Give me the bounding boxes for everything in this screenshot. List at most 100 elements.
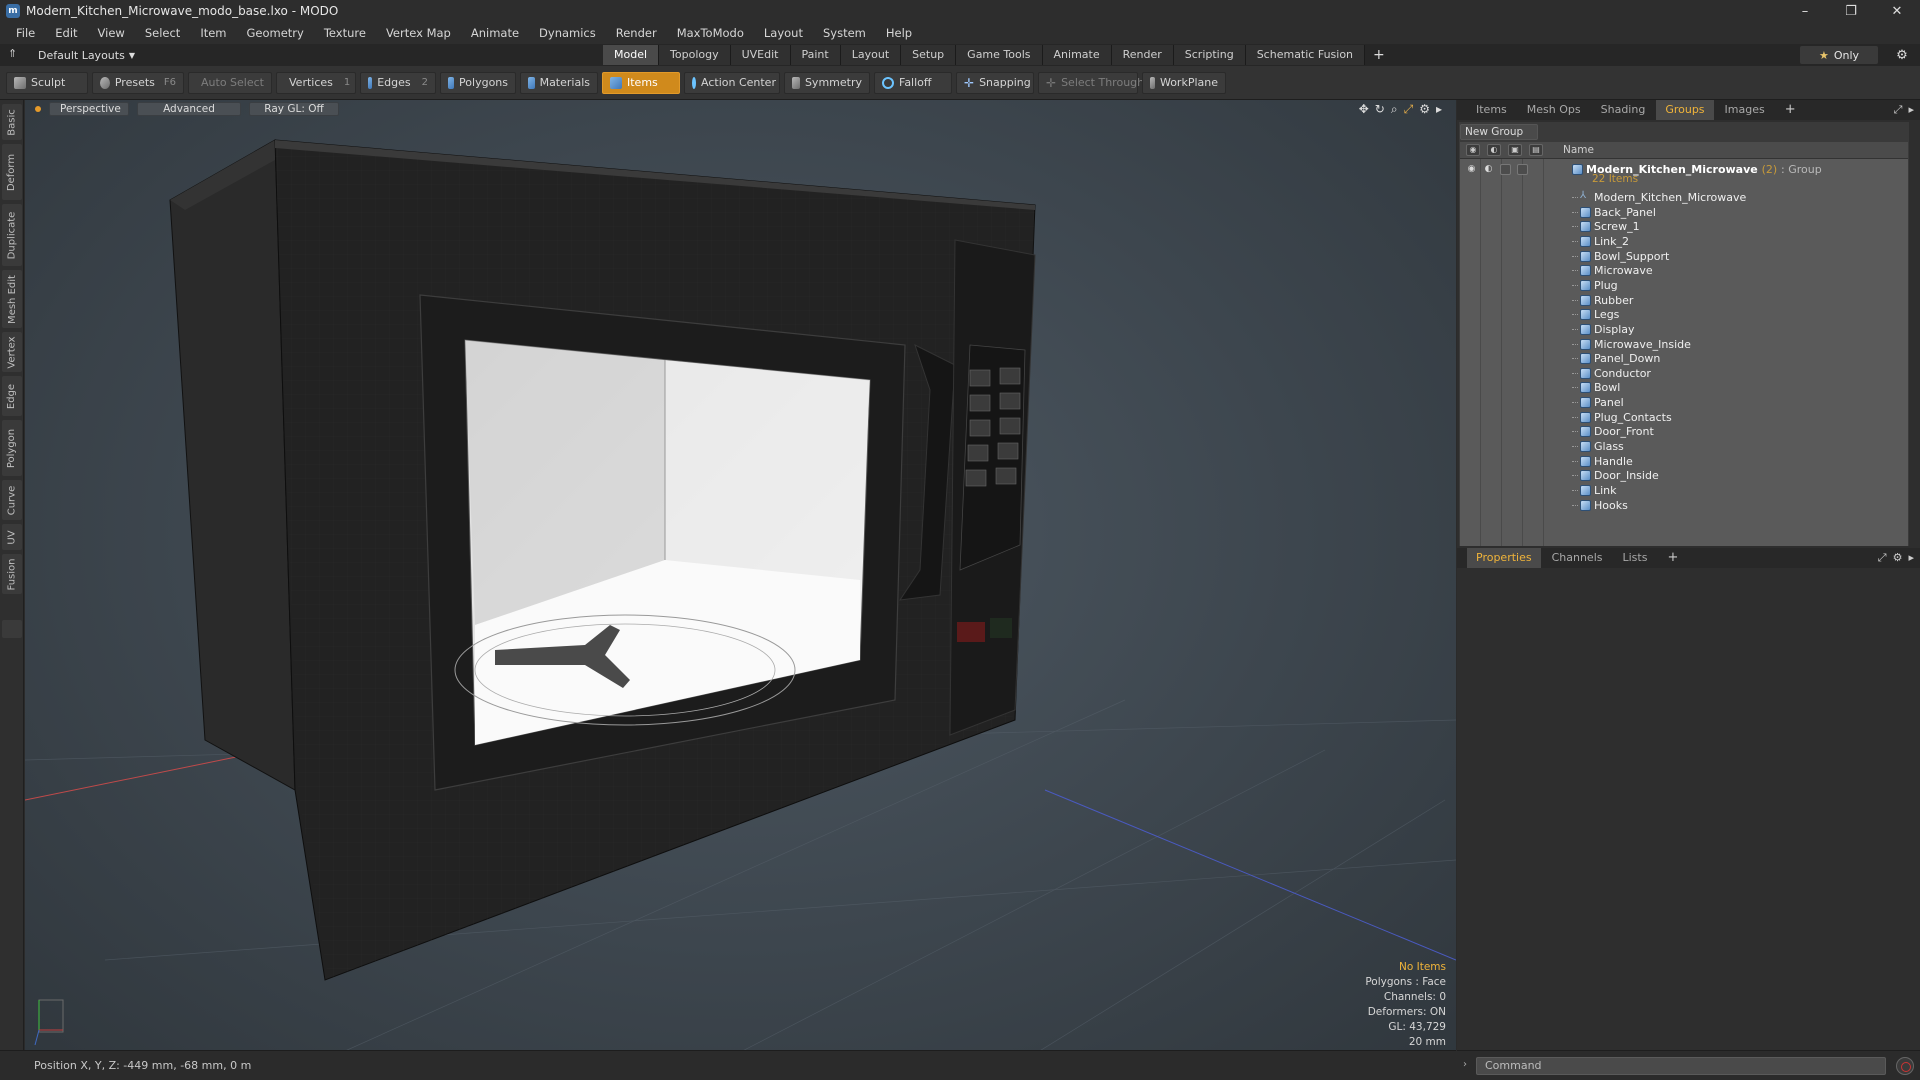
left-tab-extra-button[interactable]: [2, 620, 22, 638]
expand-icon[interactable]: ▸: [1436, 102, 1442, 117]
sculpt-button[interactable]: Sculpt: [6, 71, 88, 94]
panel-tab-groups[interactable]: Groups: [1656, 100, 1714, 120]
fit-icon[interactable]: ⤢: [1404, 102, 1414, 117]
panel-expand-icon[interactable]: ▸: [1908, 551, 1914, 565]
command-arrow-icon[interactable]: ›: [1463, 1059, 1467, 1070]
group-item-name: Legs: [1594, 308, 1620, 322]
maximize-icon[interactable]: ⤢: [1894, 103, 1903, 117]
tab-game-tools[interactable]: Game Tools: [956, 45, 1043, 65]
group-item-name: Panel_Down: [1594, 352, 1661, 366]
tab-topology[interactable]: Topology: [659, 45, 731, 65]
3d-viewport[interactable]: Perspective Advanced Ray GL: Off ✥ ↻ ⌕ ⤢…: [25, 100, 1456, 1060]
left-tab-fusion[interactable]: Fusion: [2, 554, 22, 594]
panel-tab-properties[interactable]: Properties: [1467, 548, 1541, 568]
panel-tab-channels[interactable]: Channels: [1543, 548, 1612, 568]
symmetry-button[interactable]: Symmetry: [784, 71, 870, 94]
panel-tab-images[interactable]: Images: [1716, 100, 1774, 120]
tab-paint[interactable]: Paint: [790, 45, 841, 65]
edges-button[interactable]: Edges 2: [360, 71, 436, 94]
tab-render[interactable]: Render: [1111, 45, 1174, 65]
auto-select-button[interactable]: Auto Select: [188, 71, 272, 94]
viewport-settings-icon[interactable]: ⚙: [1419, 102, 1430, 117]
left-tab-deform[interactable]: Deform: [2, 144, 22, 200]
zoom-icon[interactable]: ⌕: [1391, 102, 1398, 117]
menu-help[interactable]: Help: [876, 22, 922, 44]
menu-select[interactable]: Select: [135, 22, 190, 44]
add-bottom-tab-button[interactable]: +: [1658, 548, 1687, 568]
menu-view[interactable]: View: [88, 22, 135, 44]
maximize-icon[interactable]: ⤢: [1878, 551, 1887, 565]
tab-layout[interactable]: Layout: [840, 45, 902, 65]
polygons-button[interactable]: Polygons: [440, 71, 516, 94]
gear-icon[interactable]: ⚙: [1892, 46, 1912, 64]
visibility-column-icon[interactable]: ◉: [1466, 144, 1480, 156]
tab-animate[interactable]: Animate: [1042, 45, 1112, 65]
panel-tab-mesh-ops[interactable]: Mesh Ops: [1518, 100, 1590, 120]
menu-edit[interactable]: Edit: [45, 22, 87, 44]
menu-system[interactable]: System: [813, 22, 876, 44]
left-tab-basic[interactable]: Basic: [2, 104, 22, 140]
command-input[interactable]: Command: [1476, 1057, 1886, 1075]
advanced-dropdown[interactable]: Advanced: [137, 102, 241, 116]
left-tab-polygon[interactable]: Polygon: [2, 420, 22, 476]
name-column-header[interactable]: Name: [1563, 144, 1594, 156]
tab-scripting[interactable]: Scripting: [1173, 45, 1246, 65]
left-tab-edge[interactable]: Edge: [2, 376, 22, 416]
select-through-button[interactable]: ✛ Select Through: [1038, 71, 1144, 94]
raygl-toggle[interactable]: Ray GL: Off: [249, 102, 339, 116]
workplane-button[interactable]: WorkPlane: [1142, 71, 1226, 94]
menu-layout[interactable]: Layout: [754, 22, 813, 44]
minimize-button[interactable]: –: [1782, 0, 1828, 22]
tree-branch: [1572, 218, 1578, 228]
presets-button[interactable]: Presets F6: [92, 71, 184, 94]
tab-schematic-fusion[interactable]: Schematic Fusion: [1245, 45, 1366, 65]
action-center-button[interactable]: Action Center: [684, 71, 780, 94]
panel-tab-shading[interactable]: Shading: [1592, 100, 1655, 120]
command-record-icon[interactable]: [1896, 1057, 1914, 1075]
menu-texture[interactable]: Texture: [314, 22, 376, 44]
close-button[interactable]: ✕: [1874, 0, 1920, 22]
layout-arrow-icon[interactable]: ⇑: [8, 47, 17, 60]
left-tab-duplicate[interactable]: Duplicate: [2, 204, 22, 266]
materials-button[interactable]: Materials: [520, 71, 598, 94]
lock-column-icon[interactable]: ▣: [1508, 144, 1522, 156]
tab-model[interactable]: Model: [603, 45, 660, 65]
add-panel-tab-button[interactable]: +: [1776, 100, 1805, 120]
layout-dropdown[interactable]: Default Layouts ▼: [14, 49, 135, 62]
menu-geometry[interactable]: Geometry: [237, 22, 314, 44]
left-tab-mesh-edit[interactable]: Mesh Edit: [2, 270, 22, 328]
render-column-icon[interactable]: ◐: [1487, 144, 1501, 156]
left-tab-vertex[interactable]: Vertex: [2, 332, 22, 372]
vertices-button[interactable]: Vertices 1: [276, 71, 356, 94]
tree-branch: [1572, 482, 1578, 491]
left-tab-curve[interactable]: Curve: [2, 480, 22, 520]
restore-button[interactable]: ❐: [1828, 0, 1874, 22]
pan-icon[interactable]: ✥: [1359, 102, 1369, 117]
menu-animate[interactable]: Animate: [461, 22, 529, 44]
panel-expand-icon[interactable]: ▸: [1908, 103, 1914, 117]
panel-settings-icon[interactable]: ⚙: [1893, 551, 1903, 565]
menu-dynamics[interactable]: Dynamics: [529, 22, 606, 44]
panel-tab-items[interactable]: Items: [1467, 100, 1516, 120]
viewport-menu-dot[interactable]: [35, 106, 41, 112]
menu-item[interactable]: Item: [190, 22, 236, 44]
tab-setup[interactable]: Setup: [901, 45, 957, 65]
rotate-icon[interactable]: ↻: [1375, 102, 1385, 117]
select-column-icon[interactable]: ▤: [1529, 144, 1543, 156]
falloff-button[interactable]: Falloff: [874, 71, 952, 94]
only-button[interactable]: ★ Only: [1800, 46, 1878, 64]
panel-tab-lists[interactable]: Lists: [1614, 548, 1657, 568]
group-item-row[interactable]: Hooks: [1460, 497, 1908, 515]
menu-file[interactable]: File: [6, 22, 45, 44]
items-button[interactable]: Items: [602, 71, 680, 94]
perspective-dropdown[interactable]: Perspective: [49, 102, 129, 116]
layout-dropdown-label: Default Layouts: [38, 48, 125, 62]
menu-vertex-map[interactable]: Vertex Map: [376, 22, 461, 44]
menu-maxtomodo[interactable]: MaxToModo: [667, 22, 754, 44]
snapping-button[interactable]: ✛ Snapping: [956, 71, 1034, 94]
new-group-button[interactable]: New Group: [1460, 124, 1538, 140]
add-tab-button[interactable]: +: [1365, 45, 1393, 65]
left-tab-uv[interactable]: UV: [2, 524, 22, 550]
tab-uvedit[interactable]: UVEdit: [730, 45, 791, 65]
menu-render[interactable]: Render: [606, 22, 667, 44]
